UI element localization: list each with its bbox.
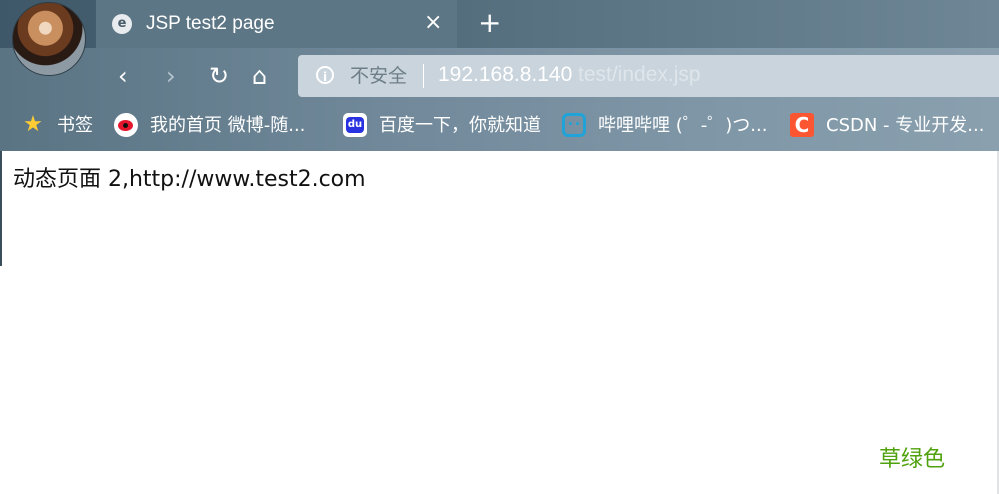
url-host[interactable]: 192.168.8.140 xyxy=(438,62,572,88)
info-icon[interactable]: i xyxy=(316,66,334,84)
window-edge xyxy=(0,151,2,266)
bookmark-csdn[interactable]: CSDN - 专业开发... xyxy=(826,112,984,140)
corner-color-label: 草绿色 xyxy=(879,447,946,472)
tab-favicon-icon: e xyxy=(112,14,132,34)
profile-avatar[interactable] xyxy=(12,2,86,76)
baidu-icon xyxy=(343,113,367,137)
url-path[interactable]: test/index.jsp xyxy=(578,62,701,88)
new-tab-icon[interactable]: + xyxy=(478,8,501,38)
forward-icon[interactable]: › xyxy=(166,62,176,90)
bookmark-weibo[interactable]: 我的首页 微博-随... xyxy=(150,112,305,140)
tab-title: JSP test2 page xyxy=(146,13,275,34)
bookmark-bilibili[interactable]: 哔哩哔哩 (゜-゜)つ... xyxy=(598,112,767,140)
bilibili-icon xyxy=(562,113,586,137)
security-label[interactable]: 不安全 xyxy=(350,64,407,88)
tab-close-icon[interactable]: × xyxy=(424,10,442,36)
weibo-icon xyxy=(114,113,138,137)
page-content-text: 动态页面 2,http://www.test2.com xyxy=(13,167,366,192)
bookmark-baidu[interactable]: 百度一下，你就知道 xyxy=(379,112,541,140)
home-icon[interactable]: ⌂ xyxy=(252,62,267,90)
csdn-icon: C xyxy=(790,113,814,137)
reload-icon[interactable]: ↻ xyxy=(209,62,229,90)
back-icon[interactable]: ‹ xyxy=(118,62,128,90)
star-icon: ★ xyxy=(23,112,43,137)
address-separator xyxy=(423,64,424,88)
bookmark-bookmarks[interactable]: 书签 xyxy=(57,112,93,140)
